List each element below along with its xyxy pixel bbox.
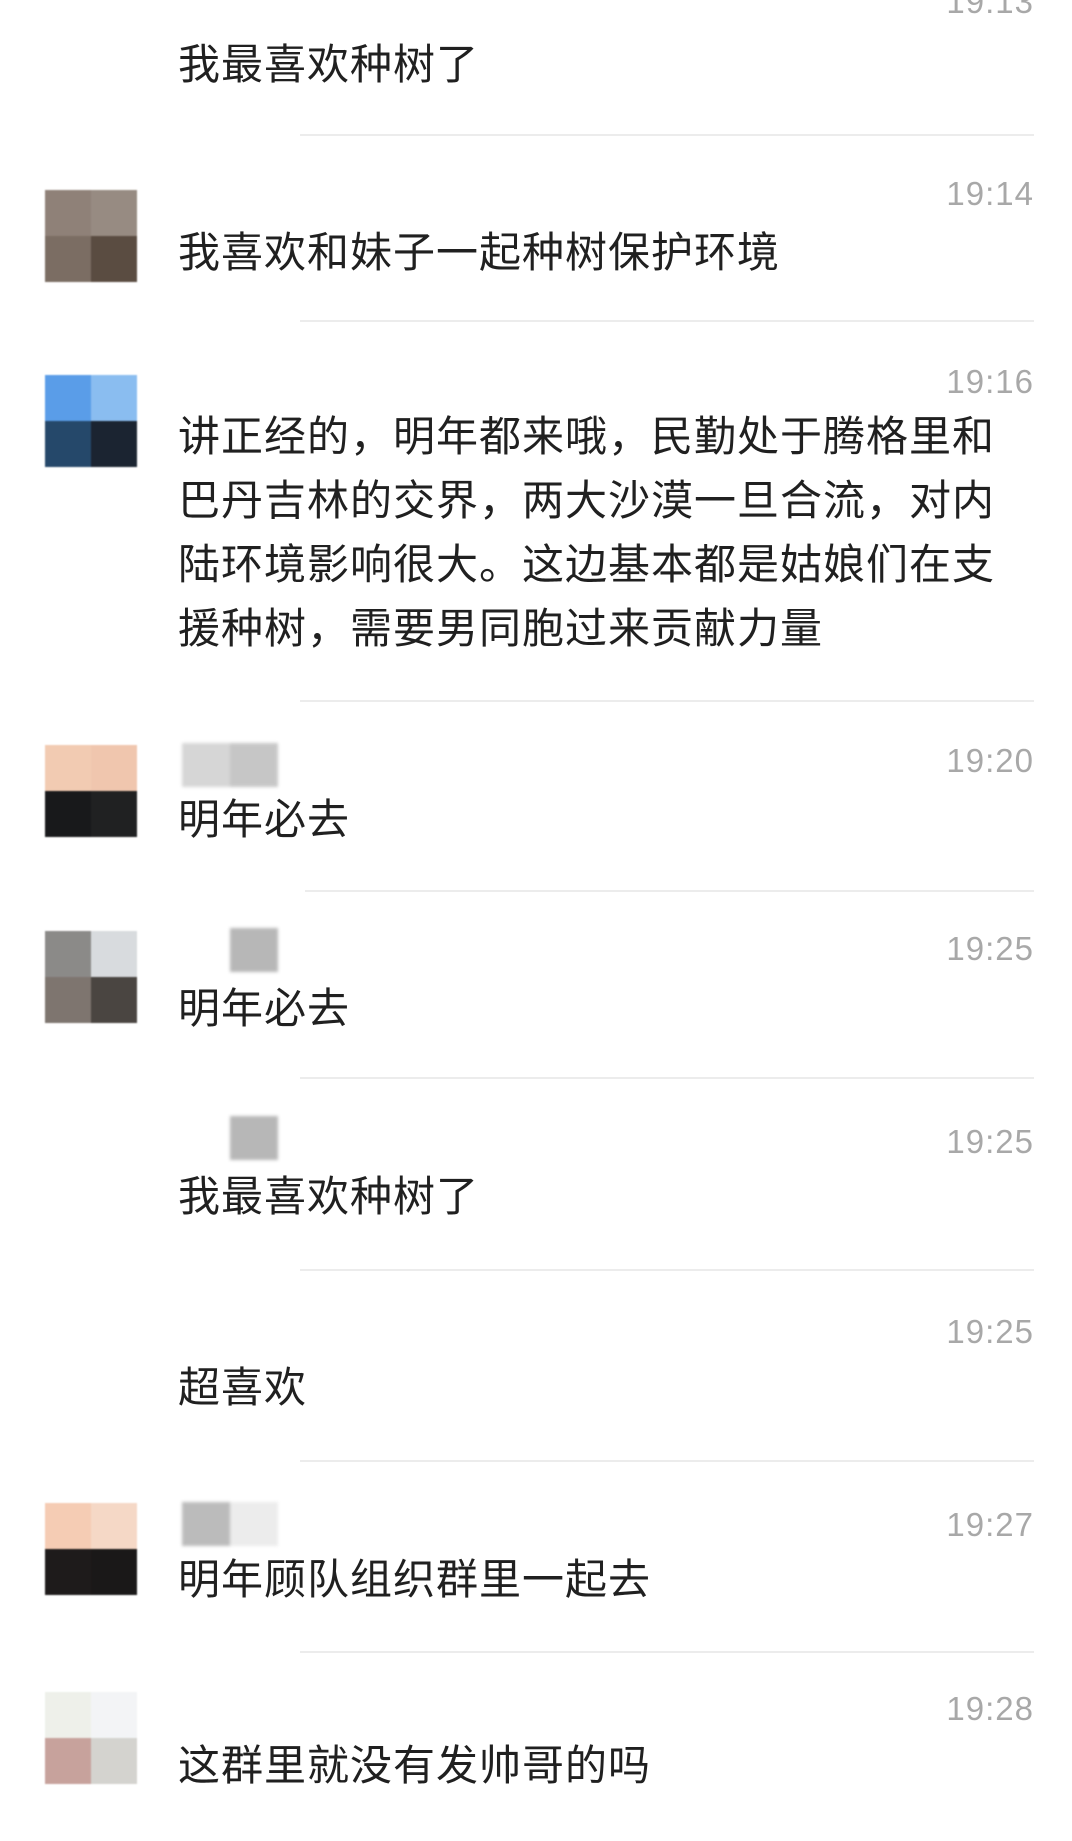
chat-timeline: 19:13 我最喜欢种树了 19:14 我喜欢和妹子一起种树保护环境 19:16… <box>0 0 1072 1841</box>
sender-name-mosaic-tile <box>230 1502 278 1546</box>
sender-name-blurred <box>182 1502 278 1546</box>
sender-name-blurred <box>182 743 278 787</box>
message-time: 19:25 <box>946 930 1034 967</box>
message-time: 19:13 <box>946 0 1034 20</box>
chat-message[interactable]: 19:20 明年必去 <box>0 728 1072 892</box>
message-text: 我最喜欢种树了 <box>178 1172 480 1221</box>
sender-name-mosaic-tile <box>182 1116 230 1160</box>
avatar-mosaic-tile <box>91 1503 137 1549</box>
message-time: 19:27 <box>946 1506 1034 1543</box>
avatar-mosaic-tile <box>91 977 137 1023</box>
message-time: 19:20 <box>946 742 1034 779</box>
sender-name-mosaic-tile <box>230 1116 278 1160</box>
sender-name-mosaic-tile <box>182 1502 230 1546</box>
avatar-mosaic-tile <box>91 375 137 421</box>
sender-name-blurred <box>182 928 278 972</box>
message-divider <box>305 890 1034 892</box>
avatar-mosaic-tile <box>45 791 91 837</box>
avatar-mosaic-tile <box>91 421 137 467</box>
message-text: 讲正经的，明年都来哦，民勤处于腾格里和巴丹吉林的交界，两大沙漠一旦合流，对内陆环… <box>178 412 996 653</box>
sender-name-mosaic-tile <box>230 743 278 787</box>
chat-message[interactable]: 19:25 我最喜欢种树了 <box>0 1106 1072 1271</box>
message-divider <box>300 1269 1034 1271</box>
avatar[interactable] <box>45 1503 137 1595</box>
avatar-mosaic-tile <box>45 745 91 791</box>
avatar-mosaic-tile <box>91 931 137 977</box>
avatar-mosaic-tile <box>45 1549 91 1595</box>
chat-message[interactable]: 19:25 超喜欢 <box>0 1297 1072 1462</box>
chat-message[interactable]: 19:25 明年必去 <box>0 917 1072 1079</box>
chat-message[interactable]: 19:28 这群里就没有发帅哥的吗 <box>0 1675 1072 1841</box>
avatar[interactable] <box>45 931 137 1023</box>
message-text: 我喜欢和妹子一起种树保护环境 <box>178 228 781 277</box>
message-text: 明年必去 <box>178 984 351 1033</box>
message-text: 超喜欢 <box>178 1363 308 1412</box>
avatar-mosaic-tile <box>91 745 137 791</box>
message-time: 19:28 <box>946 1690 1034 1727</box>
message-divider <box>300 700 1034 702</box>
message-divider <box>300 320 1034 322</box>
message-time: 19:16 <box>946 363 1034 400</box>
avatar[interactable] <box>45 375 137 467</box>
sender-name-mosaic-tile <box>182 928 230 972</box>
avatar-mosaic-tile <box>91 1692 137 1738</box>
avatar-mosaic-tile <box>91 1738 137 1784</box>
avatar-mosaic-tile <box>45 977 91 1023</box>
avatar[interactable] <box>45 745 137 837</box>
sender-name-blurred <box>182 1116 278 1160</box>
avatar-mosaic-tile <box>45 421 91 467</box>
chat-message[interactable]: 19:16 讲正经的，明年都来哦，民勤处于腾格里和巴丹吉林的交界，两大沙漠一旦合… <box>0 348 1072 702</box>
avatar-mosaic-tile <box>91 190 137 236</box>
message-text: 我最喜欢种树了 <box>178 40 480 89</box>
avatar[interactable] <box>45 190 137 282</box>
message-divider <box>300 1460 1034 1462</box>
avatar-mosaic-tile <box>45 1692 91 1738</box>
message-divider <box>300 1651 1034 1653</box>
message-text: 明年顾队组织群里一起去 <box>178 1555 652 1604</box>
message-text: 这群里就没有发帅哥的吗 <box>178 1741 652 1790</box>
avatar-mosaic-tile <box>91 1549 137 1595</box>
avatar[interactable] <box>45 1692 137 1784</box>
avatar-mosaic-tile <box>45 190 91 236</box>
avatar-mosaic-tile <box>91 791 137 837</box>
avatar-mosaic-tile <box>45 1503 91 1549</box>
avatar-mosaic-tile <box>45 931 91 977</box>
avatar-mosaic-tile <box>91 236 137 282</box>
chat-message[interactable]: 19:14 我喜欢和妹子一起种树保护环境 <box>0 160 1072 322</box>
message-text: 明年必去 <box>178 795 351 844</box>
sender-name-mosaic-tile <box>230 928 278 972</box>
message-time: 19:25 <box>946 1123 1034 1160</box>
message-divider <box>300 134 1034 136</box>
avatar-mosaic-tile <box>45 236 91 282</box>
avatar-mosaic-tile <box>45 1738 91 1784</box>
chat-message[interactable]: 19:27 明年顾队组织群里一起去 <box>0 1488 1072 1653</box>
chat-message[interactable]: 19:13 我最喜欢种树了 <box>0 0 1072 136</box>
message-time: 19:25 <box>946 1313 1034 1350</box>
avatar-mosaic-tile <box>45 375 91 421</box>
message-divider <box>300 1077 1034 1079</box>
sender-name-mosaic-tile <box>182 743 230 787</box>
message-time: 19:14 <box>946 175 1034 212</box>
